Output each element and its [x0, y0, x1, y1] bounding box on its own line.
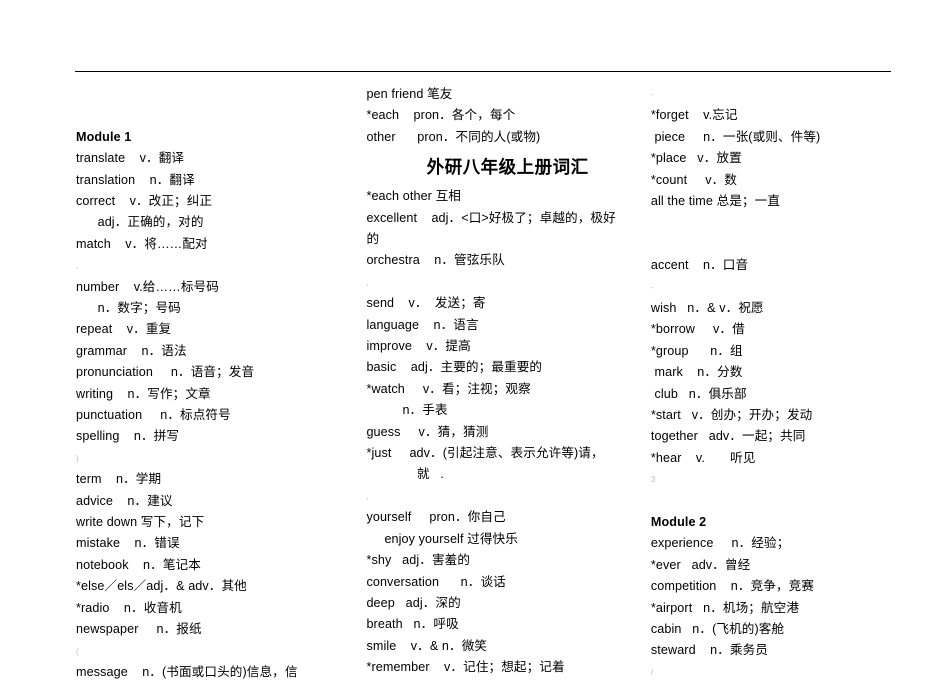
vocab-entry: write down 写下，记下 [76, 515, 205, 530]
section-mark: - [650, 90, 654, 99]
vocab-entry: 就 . [366, 467, 444, 482]
vocab-entry: *place v．放置 [650, 151, 742, 166]
section-mark: - [650, 282, 654, 292]
vocab-entry: mistake n．错误 [76, 536, 180, 551]
vocab-entry: steward n．乘务员 [650, 643, 768, 658]
vocab-entry: message n．(书面或口头的)信息，信 [76, 664, 298, 679]
vocab-entry: *start v．创办；开办；发动 [650, 408, 813, 423]
vocab-entry: *watch v．看；注视；观察 [366, 381, 531, 396]
vocab-entry: smile v．& n．微笑 [366, 638, 488, 653]
column-right: - *forget v.忘记 piece n．一张(或则、件等) *place … [643, 84, 945, 683]
vocab-entry: punctuation n．标点符号 [76, 408, 231, 423]
section-mark: , [366, 277, 369, 287]
column-left: Module 1 translate v．翻译 translation n．翻译… [0, 84, 352, 683]
vocab-entry: competition n．竞争，竞赛 [650, 579, 815, 594]
vocab-entry: basic adj．主要的；最重要的 [366, 360, 543, 375]
vocab-entry: spelling n．拼写 [76, 429, 180, 444]
vocab-entry: excellent adj．<口>好极了；卓越的，极好 [366, 210, 616, 225]
section-mark: ) [76, 453, 79, 463]
header-rule [75, 71, 891, 72]
left-top-gap-2 [76, 105, 352, 126]
section-mark: 3 [650, 475, 656, 485]
vocab-entry: accent n．口音 [650, 258, 749, 273]
vocab-entry: *hear v. 听见 [650, 450, 756, 465]
vocab-entry: *each other 互相 [366, 189, 461, 204]
vocab-entry: send v． 发送；寄 [366, 296, 486, 311]
column-middle: pen friend 笔友 *each pron．各个，每个 other pro… [352, 84, 642, 679]
vocab-entry: match v．将……配对 [76, 236, 208, 251]
vocab-entry: club n．俱乐部 [650, 386, 747, 401]
vocab-entry: *shy adj．害羞的 [366, 553, 471, 568]
vocab-entry: writing n．写作；文章 [76, 386, 211, 401]
vocab-entry: advice n．建议 [76, 493, 173, 508]
vocab-entry: term n．学期 [76, 472, 162, 487]
page-title-wrap: 外研八年级上册词汇 [366, 148, 642, 186]
vocab-entry: mark n．分数 [650, 365, 743, 380]
vocab-entry: translate v．翻译 [76, 151, 185, 166]
vocab-entry: *count v．数 [650, 172, 737, 187]
document-page: Module 1 translate v．翻译 translation n．翻译… [0, 0, 945, 679]
vocab-entry: 的 [366, 232, 380, 247]
section-mark: ( [76, 646, 79, 656]
vocab-entry: cabin n．(飞机的)客舱 [650, 622, 785, 637]
vocab-entry: *forget v.忘记 [650, 108, 738, 123]
vocab-entry: newspaper n．报纸 [76, 622, 202, 637]
vocab-entry: correct v．改正；纠正 [76, 194, 213, 208]
vocab-entry: *just adv．(引起注意、表示允许等)请， [366, 446, 604, 461]
vocab-entry: guess v．猜，猜测 [366, 424, 489, 439]
vocab-entry: all the time 总是；一直 [650, 194, 781, 209]
vocab-entry: language n．语言 [366, 317, 479, 332]
vocab-entry: deep adj．深的 [366, 595, 461, 610]
vocab-entry: enjoy yourself 过得快乐 [366, 531, 518, 546]
vocab-entry: *remember v．记住；想起；记着 [366, 660, 565, 675]
vocab-entry: *radio n．收音机 [76, 600, 182, 615]
vocab-entry: *airport n．机场；航空港 [650, 600, 800, 615]
vocab-entry: other pron．不同的人(或物) [366, 129, 541, 144]
vocab-entry: yourself pron．你自己 [366, 510, 506, 525]
page-title: 外研八年级上册词汇 [426, 157, 589, 178]
vocab-entry: n．数字；号码 [76, 301, 181, 316]
vocab-entry: breath n．呼吸 [366, 617, 459, 632]
vocab-entry: pen friend 笔友 [366, 87, 453, 101]
vocab-entry: orchestra n．管弦乐队 [366, 253, 505, 268]
vocab-entry: experience n．经验； [650, 536, 790, 551]
vocab-entry: n．手表 [366, 403, 448, 418]
module-1-heading: Module 1 [76, 129, 132, 144]
vocab-entry: pronunciation n．语音；发音 [76, 365, 255, 380]
vocab-entry: grammar n．语法 [76, 343, 187, 358]
vocab-entry: conversation n．谈话 [366, 574, 506, 589]
section-mark: , [366, 491, 369, 501]
vocab-entry: *borrow v．借 [650, 322, 745, 337]
vocab-entry: *each pron．各个，每个 [366, 108, 516, 123]
left-top-gap [76, 84, 352, 105]
vocab-entry: number v.给……标号码 [76, 279, 219, 294]
vocab-entry: together adv．一起；共同 [650, 429, 806, 444]
vocab-entry: translation n．翻译 [76, 172, 195, 187]
vocab-entry: improve v．提高 [366, 339, 471, 354]
vocab-entry: wish n．& v．祝愿 [650, 301, 764, 315]
vocab-entry: piece n．一张(或则、件等) [650, 129, 821, 144]
vocab-entry: repeat v．重复 [76, 322, 172, 337]
vocab-entry: *group n．组 [650, 343, 743, 358]
vocab-entry: notebook n．笔记本 [76, 557, 201, 572]
vocab-entry: adj．正确的，对的 [76, 215, 204, 230]
vocab-entry: *else／els／adj．& adv．其他 [76, 579, 247, 594]
vocab-entry: *ever adv．曾经 [650, 557, 751, 572]
section-mark: , [76, 261, 79, 271]
vocabulary-columns: Module 1 translate v．翻译 translation n．翻译… [0, 84, 945, 683]
section-mark: / [650, 667, 654, 677]
module-2-heading: Module 2 [650, 515, 707, 530]
